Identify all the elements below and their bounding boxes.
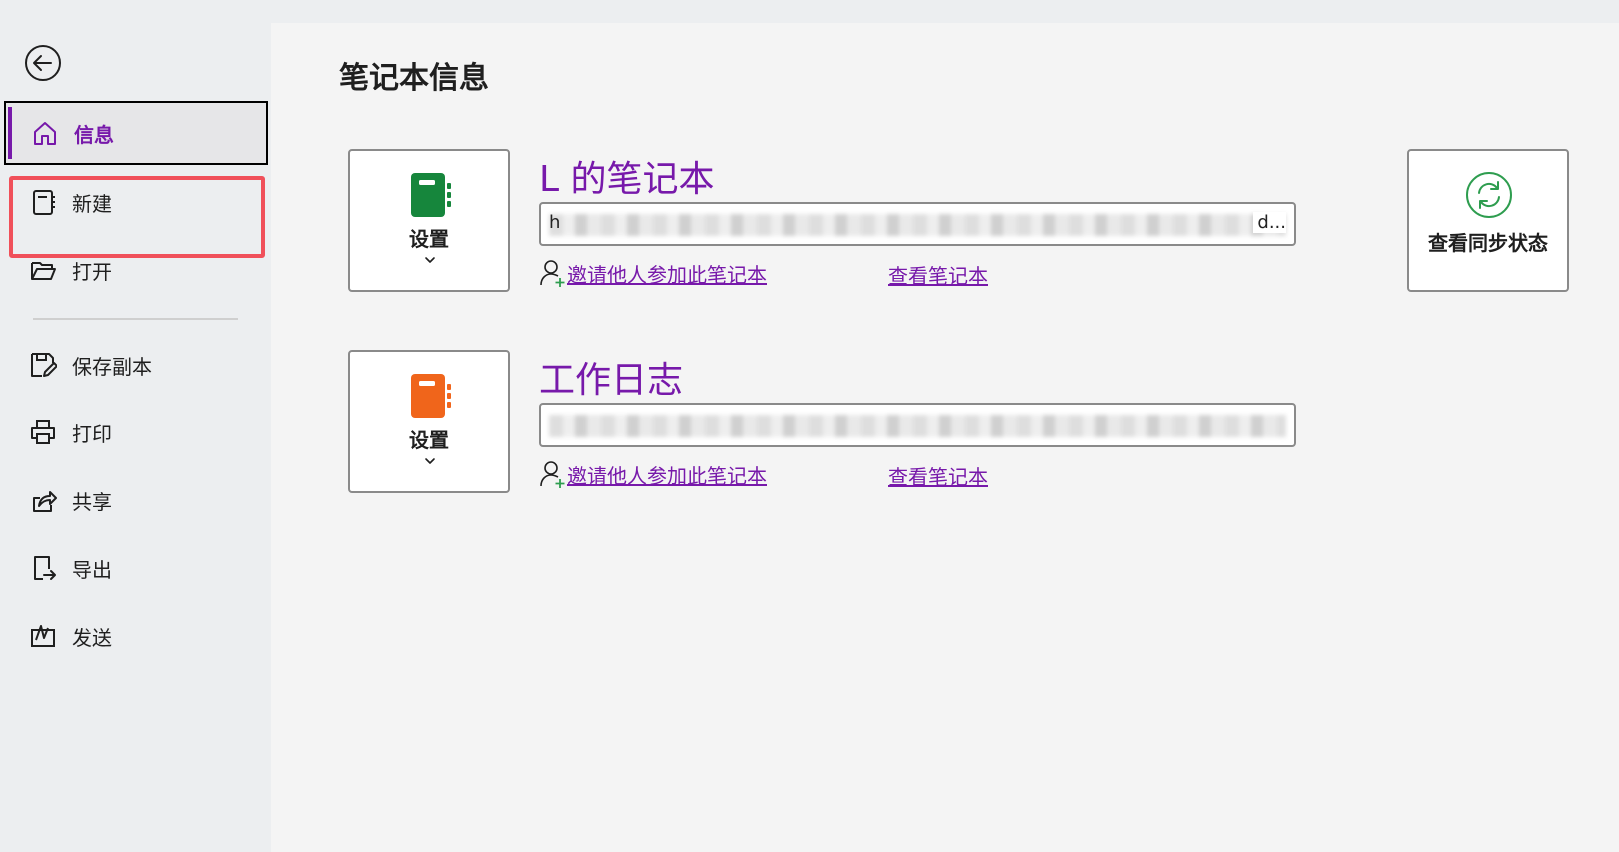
backstage-sidebar: 信息 新建 打开 保存副本 打印 共享 导出 发送 [0, 0, 271, 852]
sync-icon [1466, 172, 1512, 218]
redacted-url [549, 214, 1286, 236]
notebook-settings-label: 设置 [409, 227, 449, 251]
page-title: 笔记本信息 [339, 61, 489, 96]
onenote-backstage: 信息 新建 打开 保存副本 打印 共享 导出 发送 笔记本信息 设置 L 的笔记… [0, 0, 1619, 852]
new-notebook-icon [28, 187, 58, 217]
notebook-info-panel: 笔记本信息 设置 L 的笔记本 h d... 邀请他人参加此笔记本 查看笔记本 … [271, 23, 1619, 852]
save-copy-icon [28, 350, 58, 380]
sidebar-item-label: 发送 [72, 625, 112, 650]
sidebar-item-label: 导出 [72, 557, 112, 582]
notebook-url-field[interactable] [539, 403, 1296, 447]
notebook-settings-button[interactable]: 设置 [348, 350, 510, 493]
back-button[interactable] [24, 44, 62, 82]
printer-icon [28, 417, 58, 447]
sidebar-item-label: 新建 [72, 191, 112, 216]
invite-link-label: 邀请他人参加此笔记本 [567, 262, 767, 287]
sidebar-item-label: 信息 [74, 122, 114, 147]
folder-open-icon [28, 255, 58, 285]
sync-status-label: 查看同步状态 [1428, 231, 1548, 255]
notebook-settings-button[interactable]: 设置 [348, 149, 510, 292]
notebook-name: L 的笔记本 [539, 159, 715, 200]
invite-others-link[interactable]: 邀请他人参加此笔记本 [539, 459, 767, 489]
add-person-icon [540, 461, 565, 488]
back-arrow-icon [25, 45, 61, 81]
chevron-down-icon [425, 257, 435, 263]
invite-others-link[interactable]: 邀请他人参加此笔记本 [539, 258, 767, 288]
chevron-down-icon [425, 458, 435, 464]
notebook-name: 工作日志 [539, 360, 684, 401]
sidebar-item-label: 打开 [72, 259, 112, 284]
sidebar-item-save-copy[interactable]: 保存副本 [4, 333, 268, 397]
sidebar-item-send[interactable]: 发送 [4, 604, 268, 668]
export-icon [28, 553, 58, 583]
sidebar-item-export[interactable]: 导出 [4, 536, 268, 600]
notebook-icon [411, 374, 451, 418]
invite-link-label: 邀请他人参加此笔记本 [567, 463, 767, 488]
add-person-icon [540, 260, 565, 287]
view-sync-status-button[interactable]: 查看同步状态 [1407, 149, 1569, 292]
sidebar-item-info[interactable]: 信息 [4, 101, 268, 165]
home-icon [30, 118, 60, 148]
sidebar-item-label: 打印 [72, 421, 112, 446]
notebook-settings-label: 设置 [409, 428, 449, 452]
sidebar-item-new[interactable]: 新建 [4, 170, 268, 234]
share-icon [28, 485, 58, 515]
redacted-url [549, 415, 1286, 437]
sidebar-item-label: 保存副本 [72, 354, 152, 379]
notebook-url-start: h [549, 212, 561, 233]
send-icon [28, 621, 58, 651]
notebook-url-field[interactable]: h d... [539, 202, 1296, 246]
notebook-icon [411, 173, 451, 217]
sidebar-item-label: 共享 [72, 489, 112, 514]
notebook-url-end: d... [1253, 212, 1286, 233]
sidebar-item-share[interactable]: 共享 [4, 468, 268, 532]
sidebar-item-print[interactable]: 打印 [4, 400, 268, 464]
sidebar-item-open[interactable]: 打开 [4, 238, 268, 302]
sidebar-divider [33, 318, 238, 320]
view-notebook-link[interactable]: 查看笔记本 [888, 461, 988, 490]
view-notebook-link[interactable]: 查看笔记本 [888, 260, 988, 289]
